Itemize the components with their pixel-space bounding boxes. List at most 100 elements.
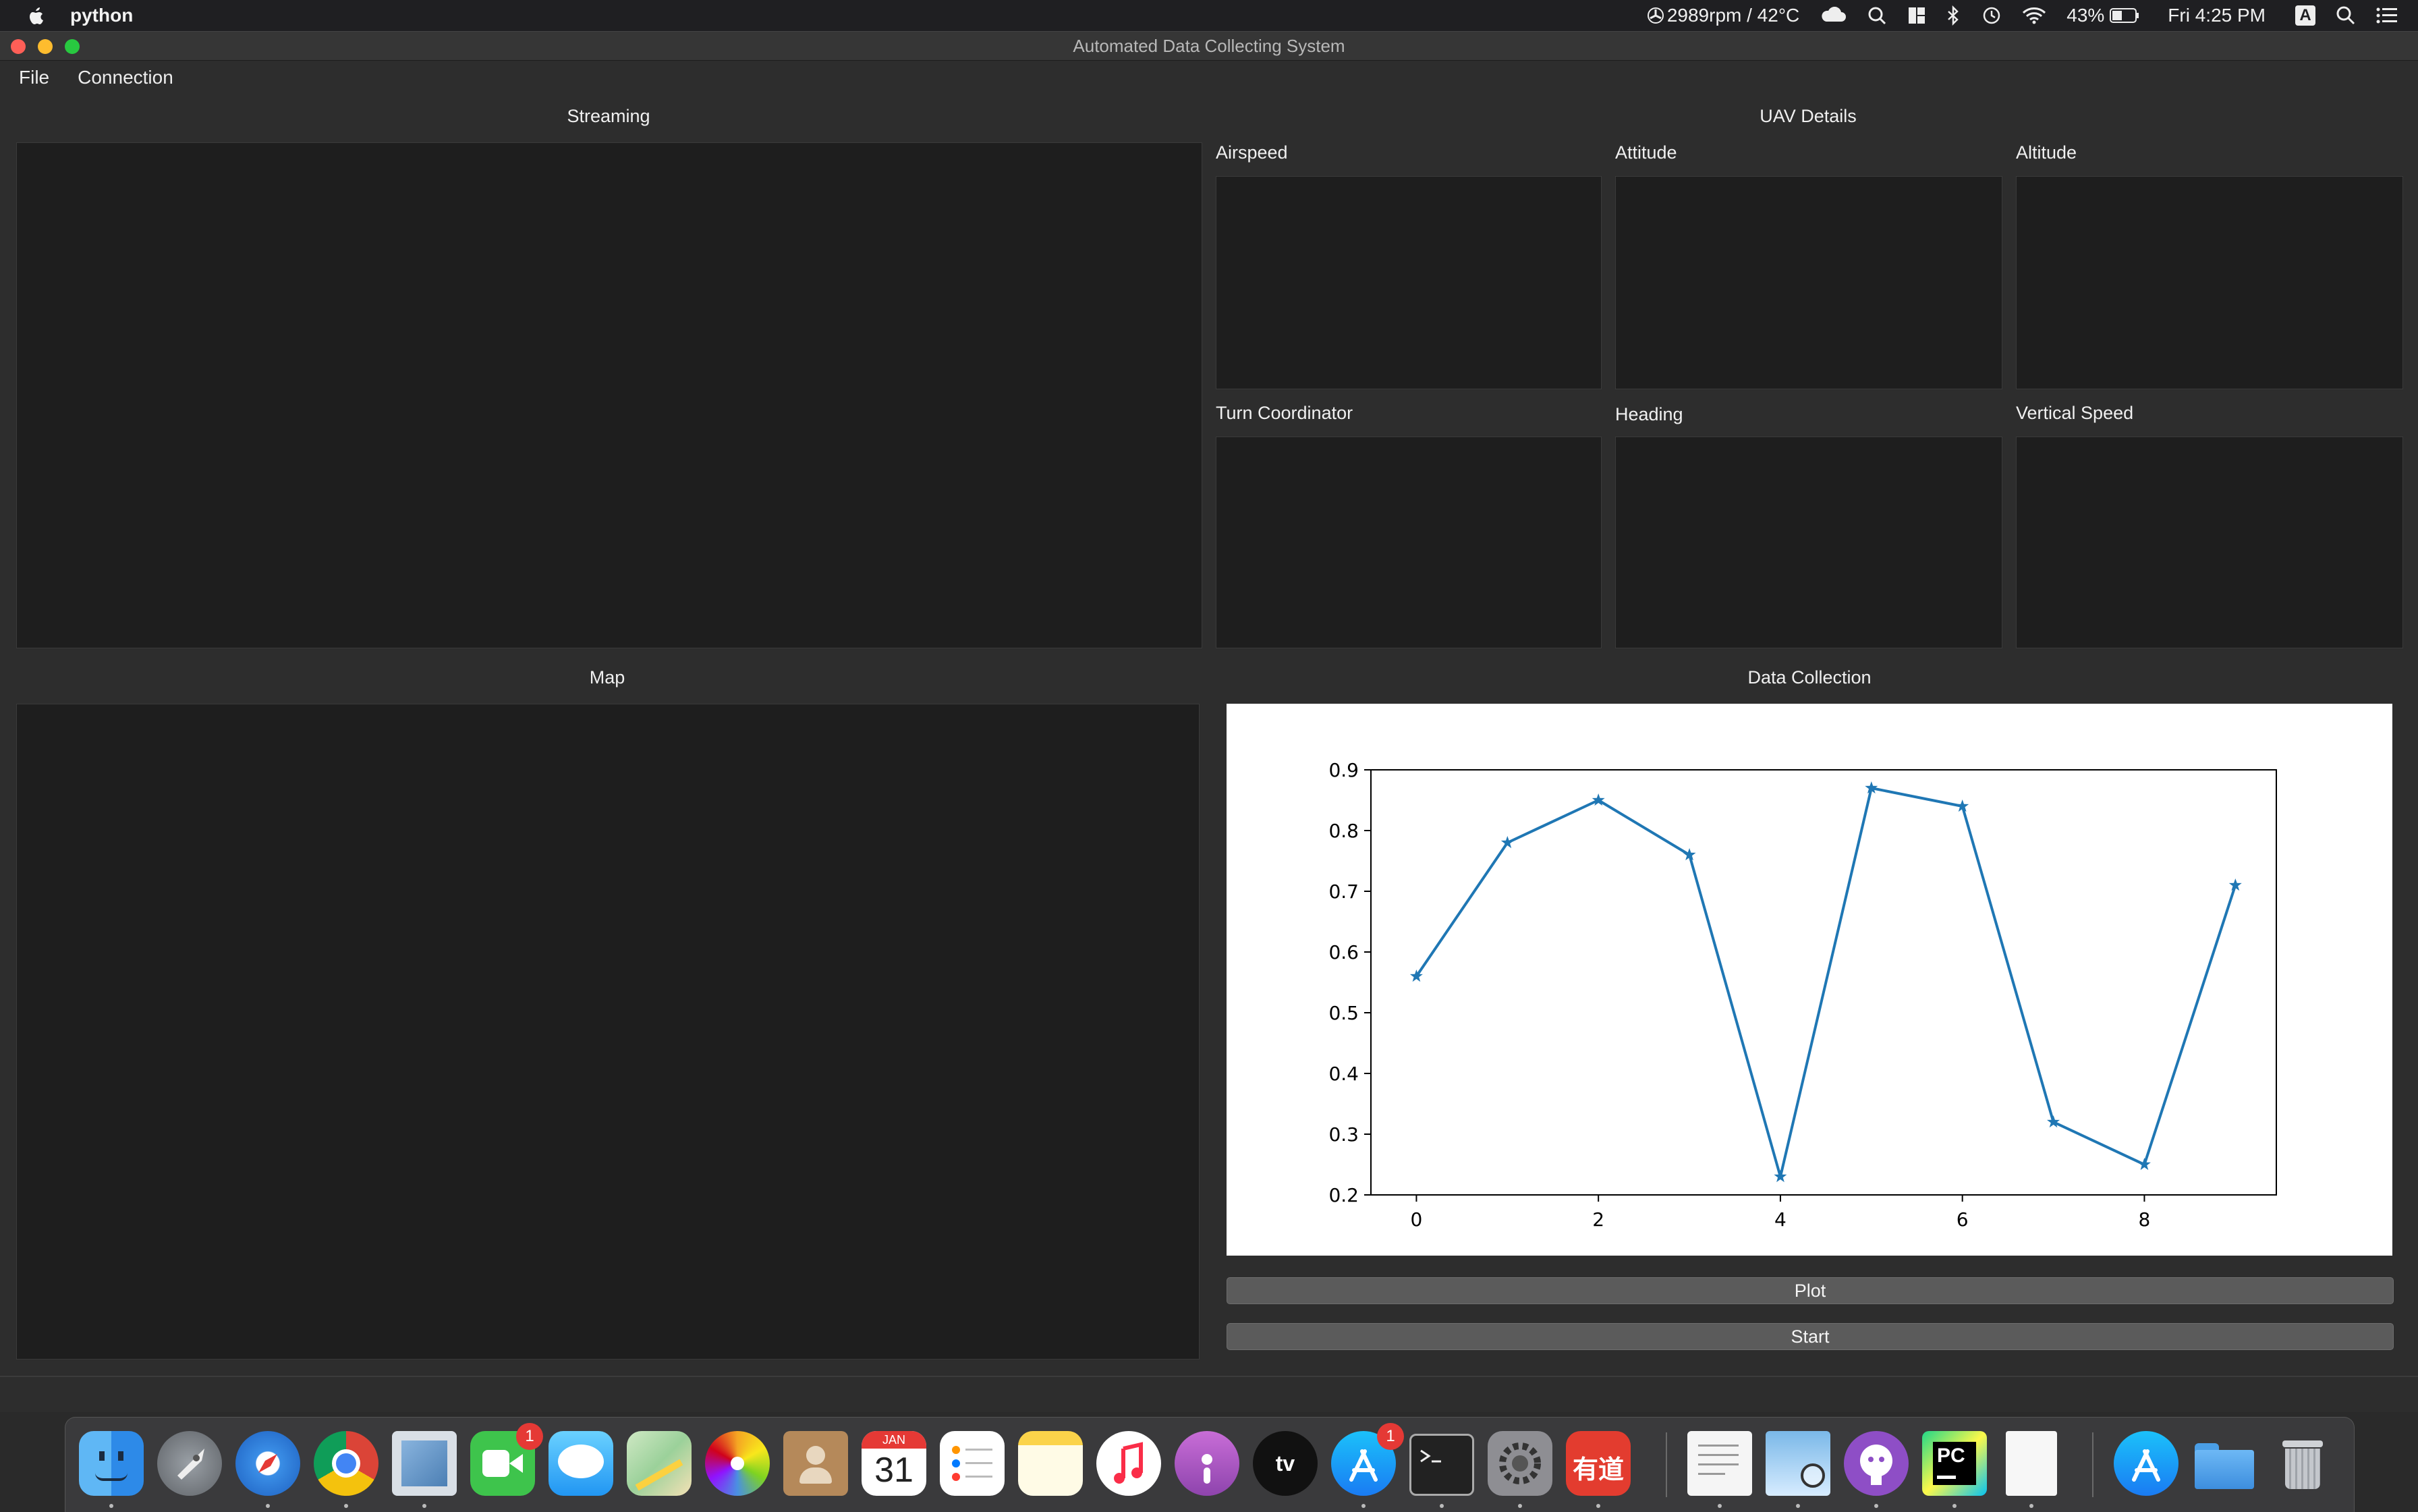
cloud-icon (1822, 7, 1847, 22)
time-machine-status[interactable] (1980, 5, 2002, 26)
youdao-icon[interactable]: 有道 (1566, 1431, 1631, 1496)
app-store-a-icon (2132, 1449, 2160, 1482)
search-status[interactable] (1867, 5, 1887, 26)
document-icon[interactable] (2006, 1431, 2057, 1496)
heading-label: Heading (1615, 404, 1683, 424)
streaming-label: Streaming (567, 106, 650, 126)
calendar-month: JAN (862, 1431, 926, 1449)
apple-icon[interactable] (27, 5, 45, 26)
running-dot (1518, 1504, 1522, 1508)
reminders-icon[interactable] (940, 1431, 1005, 1496)
running-dot (1874, 1504, 1878, 1508)
wifi-icon (2023, 7, 2046, 24)
wifi-status[interactable] (2022, 6, 2046, 25)
attitude-gauge (1615, 176, 2002, 389)
tv-label: tv (1275, 1451, 1295, 1476)
chrome-icon[interactable] (314, 1431, 378, 1496)
facetime-icon[interactable]: 1 (470, 1423, 543, 1496)
x-tick-label: 2 (1592, 1208, 1604, 1231)
trash-icon[interactable] (2270, 1431, 2335, 1496)
running-dot (1796, 1504, 1800, 1508)
prompt-icon (1420, 1449, 1441, 1463)
preview-icon[interactable] (1766, 1431, 1830, 1496)
map-view[interactable] (16, 704, 1200, 1360)
y-tick-label: 0.8 (1328, 820, 1359, 842)
messages-icon[interactable] (549, 1431, 613, 1496)
notes-icon[interactable] (1018, 1431, 1083, 1496)
series-line (1415, 787, 2237, 1178)
clock[interactable]: Fri 4:25 PM (2168, 5, 2266, 26)
calendar-icon[interactable]: JAN 31 (862, 1431, 926, 1496)
airspeed-gauge (1216, 176, 1602, 389)
search-icon (2336, 6, 2355, 25)
start-button[interactable]: Start (1227, 1323, 2394, 1350)
app-store-folder-icon[interactable] (2114, 1431, 2178, 1496)
layout-status[interactable] (1907, 6, 1926, 25)
data-point (2047, 1115, 2060, 1128)
running-dot (1361, 1504, 1366, 1508)
spotlight[interactable] (2336, 5, 2356, 26)
app-store-icon[interactable]: 1 (1331, 1423, 1404, 1496)
podcasts-icon[interactable] (1175, 1431, 1239, 1496)
data-chart: 0.2 0.3 0.4 0.5 0.6 0.7 0.8 0.9 0 2 4 6 8 (1227, 704, 2392, 1256)
youdao-label: 有道 (1572, 1455, 1624, 1484)
altitude-gauge (2016, 176, 2403, 389)
compass-icon (258, 1454, 277, 1473)
fan-temp-text: 2989rpm / 42°C (1666, 5, 1800, 26)
input-source[interactable]: A (2295, 5, 2315, 26)
airspeed-label: Airspeed (1216, 142, 1288, 163)
mail-icon[interactable] (392, 1431, 457, 1496)
y-tick-label: 0.9 (1328, 759, 1359, 781)
status-bar (0, 1376, 2418, 1377)
y-tick-label: 0.4 (1328, 1063, 1359, 1085)
calendar-day: 31 (874, 1451, 913, 1490)
y-tick-label: 0.6 (1328, 941, 1359, 963)
notification-center[interactable] (2376, 7, 2398, 24)
menu-file[interactable]: File (19, 67, 49, 88)
fan-icon (1647, 7, 1664, 24)
title-bar[interactable]: Automated Data Collecting System (0, 32, 2418, 61)
pycharm-icon[interactable]: PC (1922, 1431, 1987, 1496)
safari-icon[interactable] (235, 1431, 300, 1496)
running-dot (266, 1504, 270, 1508)
terminal-icon[interactable] (1409, 1434, 1474, 1496)
dock: 1 JAN 31 tv 1 有道 PC (65, 1417, 2355, 1512)
fan-temp-status[interactable]: 2989rpm / 42°C (1647, 5, 1799, 26)
vertical-speed-label: Vertical Speed (2016, 403, 2134, 423)
photos-icon[interactable] (705, 1431, 770, 1496)
uav-details-label: UAV Details (1760, 106, 1857, 126)
tv-icon[interactable]: tv (1253, 1431, 1318, 1496)
music-icon[interactable] (1096, 1431, 1161, 1496)
launchpad-icon[interactable] (157, 1431, 222, 1496)
pycharm-label: PC (1937, 1445, 1965, 1467)
facetime-badge: 1 (516, 1423, 543, 1450)
folder-icon[interactable] (2192, 1431, 2257, 1496)
status-area: 2989rpm / 42°C 43% Fri 4:25 PM A (1647, 0, 2418, 31)
turn-coordinator-gauge (1216, 437, 1602, 648)
finder-icon[interactable] (79, 1431, 144, 1496)
bluetooth-icon (1948, 5, 1959, 26)
turn-coordinator-label: Turn Coordinator (1216, 403, 1353, 423)
contacts-icon[interactable] (783, 1431, 848, 1496)
maps-icon[interactable] (627, 1431, 692, 1496)
dock-separator (2092, 1432, 2093, 1497)
y-tick-label: 0.3 (1328, 1123, 1359, 1146)
heading-gauge (1615, 437, 2002, 648)
running-dot (109, 1504, 113, 1508)
running-dot (1440, 1504, 1444, 1508)
bluetooth-status[interactable] (1946, 5, 1960, 26)
app-name[interactable]: python (70, 5, 133, 26)
system-preferences-icon[interactable] (1488, 1431, 1552, 1496)
app-menu-bar: File Connection (0, 61, 2418, 94)
battery-percent: 43% (2066, 5, 2105, 26)
textedit-icon[interactable] (1687, 1431, 1752, 1496)
battery-status[interactable]: 43% (2066, 5, 2139, 26)
dock-separator (1666, 1432, 1667, 1497)
input-source-label: A (2295, 5, 2315, 26)
x-tick-label: 8 (2139, 1208, 2151, 1231)
cloud-status[interactable] (1820, 7, 1847, 24)
rocket-icon (177, 1449, 204, 1480)
github-icon[interactable] (1844, 1431, 1909, 1496)
menu-connection[interactable]: Connection (78, 67, 173, 88)
plot-button[interactable]: Plot (1227, 1277, 2394, 1304)
